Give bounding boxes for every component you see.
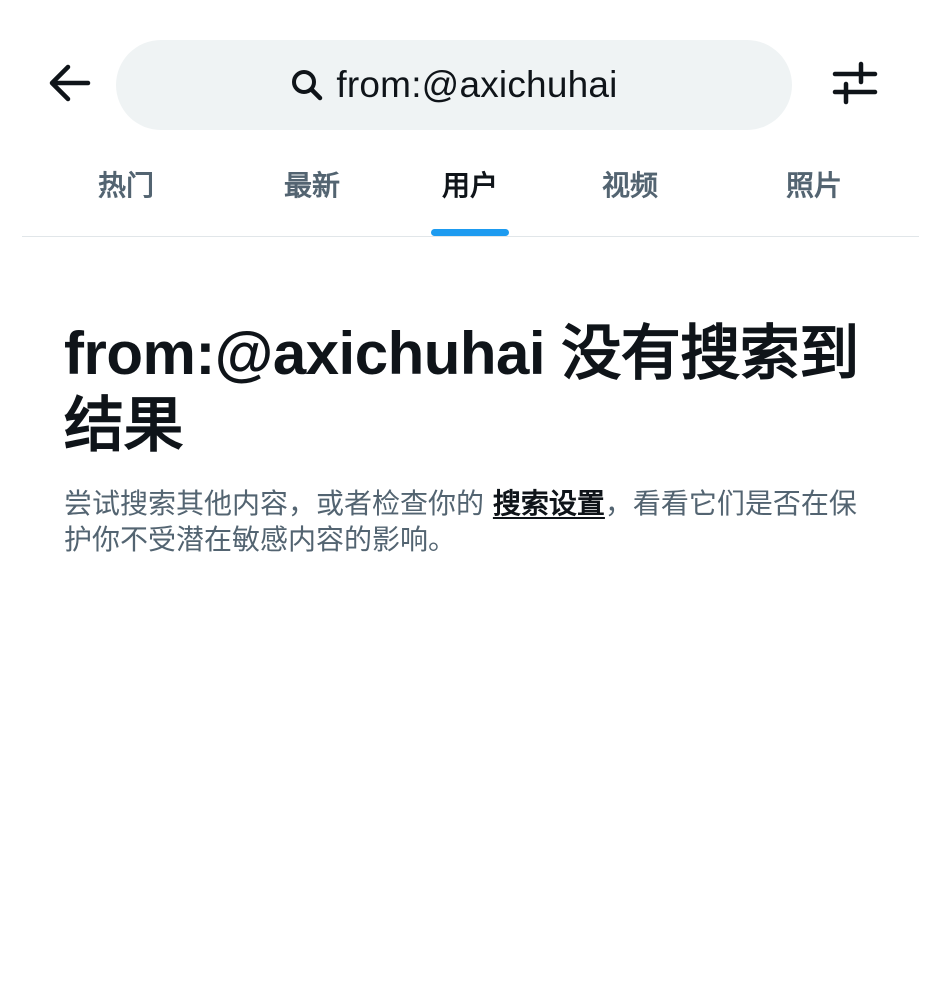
tab-label: 照片 [785, 169, 842, 202]
tab-label: 最新 [283, 169, 340, 202]
empty-state-description: 尝试搜索其他内容，或者检查你的 搜索设置，看看它们是否在保护你不受潜在敏感内容的… [64, 486, 884, 558]
back-button[interactable] [44, 62, 94, 108]
tab-label: 视频 [601, 169, 658, 202]
arrow-left-icon [46, 63, 92, 107]
tab-videos[interactable]: 视频 [570, 150, 690, 236]
search-input[interactable]: from:@axichuhai [116, 40, 792, 130]
tab-label: 用户 [441, 169, 498, 202]
tab-photos[interactable]: 照片 [754, 150, 874, 236]
sliders-icon [832, 61, 878, 109]
tab-people[interactable]: 用户 [410, 150, 530, 236]
search-settings-link[interactable]: 搜索设置 [493, 487, 605, 520]
tab-latest[interactable]: 最新 [252, 150, 372, 236]
search-tabs: 热门 最新 用户 视频 照片 [22, 150, 919, 237]
search-query: from:@axichuhai [336, 64, 618, 105]
tab-label: 热门 [97, 169, 154, 202]
search-settings-button[interactable] [830, 60, 880, 110]
empty-state: from:@axichuhai 没有搜索到结果 尝试搜索其他内容，或者检查你的 … [64, 318, 884, 558]
description-text: 尝试搜索其他内容，或者检查你的 [64, 487, 493, 520]
empty-state-title: from:@axichuhai 没有搜索到结果 [64, 320, 859, 459]
tab-top[interactable]: 热门 [66, 150, 186, 236]
search-icon [290, 68, 324, 102]
top-bar: from:@axichuhai [0, 0, 941, 170]
active-tab-indicator [431, 229, 509, 236]
